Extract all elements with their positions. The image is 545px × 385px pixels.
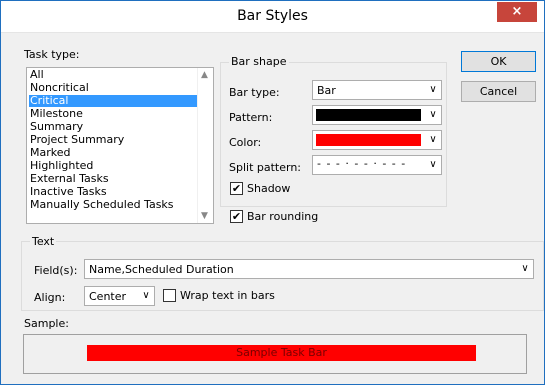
split-pattern-label: Split pattern: (229, 161, 302, 174)
check-icon: ✔ (231, 210, 242, 223)
bar-rounding-checkbox[interactable]: ✔ (230, 210, 243, 223)
sample-task-bar: Sample Task Bar (87, 345, 476, 361)
pattern-swatch (316, 109, 421, 121)
list-item[interactable]: Milestone (29, 108, 197, 120)
fields-label: Field(s): (34, 264, 78, 277)
bar-type-value: Bar (317, 84, 336, 97)
list-item[interactable]: Marked (29, 147, 197, 159)
pattern-select[interactable]: ∨ (312, 105, 442, 125)
check-icon: ✔ (231, 182, 242, 195)
window-title: Bar Styles (237, 8, 308, 24)
wrap-text-label: Wrap text in bars (180, 289, 275, 302)
list-item-selected[interactable]: Critical (29, 95, 197, 107)
split-pattern-select[interactable]: - - - · - - · - - - ∨ (312, 155, 442, 175)
ok-button[interactable]: OK (461, 51, 536, 72)
sample-label: Sample: (24, 317, 69, 330)
wrap-text-checkbox[interactable] (163, 289, 176, 302)
cancel-button[interactable]: Cancel (461, 81, 536, 102)
chevron-down-icon: ∨ (429, 134, 437, 145)
shadow-checkbox[interactable]: ✔ (230, 182, 243, 195)
pattern-label: Pattern: (229, 111, 273, 124)
color-label: Color: (229, 136, 262, 149)
task-type-list[interactable]: All Noncritical Critical Milestone Summa… (26, 67, 214, 224)
sample-preview: Sample Task Bar (23, 334, 527, 374)
scroll-up-icon[interactable]: ▲ (201, 70, 208, 80)
list-item[interactable]: Project Summary (29, 134, 197, 146)
align-value: Center (89, 290, 127, 303)
scroll-down-icon[interactable]: ▼ (201, 211, 208, 221)
chevron-down-icon: ∨ (521, 263, 529, 274)
list-item[interactable]: Highlighted (29, 160, 197, 172)
color-select[interactable]: ∨ (312, 130, 442, 150)
list-item[interactable]: External Tasks (29, 173, 197, 185)
title-bar: Bar Styles × (1, 1, 544, 33)
list-item[interactable]: Noncritical (29, 82, 197, 94)
fields-value: Name,Scheduled Duration (89, 263, 234, 276)
bar-styles-dialog: Bar Styles × Task type: All Noncritical … (0, 0, 545, 385)
list-item[interactable]: Summary (29, 121, 197, 133)
bar-type-select[interactable]: Bar ∨ (312, 80, 442, 100)
align-select[interactable]: Center ∨ (84, 286, 155, 306)
list-item[interactable]: Manually Scheduled Tasks (29, 199, 197, 211)
list-scrollbar[interactable]: ▲ ▼ (197, 68, 213, 223)
task-type-label: Task type: (24, 48, 80, 61)
close-button[interactable]: × (497, 2, 537, 22)
bar-rounding-label: Bar rounding (247, 210, 319, 223)
text-group-title: Text (30, 235, 57, 248)
chevron-down-icon: ∨ (142, 290, 150, 301)
align-label: Align: (34, 291, 66, 304)
split-pattern-preview: - - - · - - · - - - (317, 157, 407, 170)
chevron-down-icon: ∨ (429, 109, 437, 120)
bar-type-label: Bar type: (229, 86, 280, 99)
list-item[interactable]: All (29, 69, 197, 81)
list-item[interactable]: Inactive Tasks (29, 186, 197, 198)
bar-shape-title: Bar shape (229, 55, 289, 68)
shadow-label: Shadow (247, 182, 291, 195)
chevron-down-icon: ∨ (429, 159, 437, 170)
close-icon: × (511, 4, 523, 19)
color-swatch (316, 134, 421, 146)
chevron-down-icon: ∨ (429, 84, 437, 95)
fields-select[interactable]: Name,Scheduled Duration ∨ (84, 259, 534, 279)
